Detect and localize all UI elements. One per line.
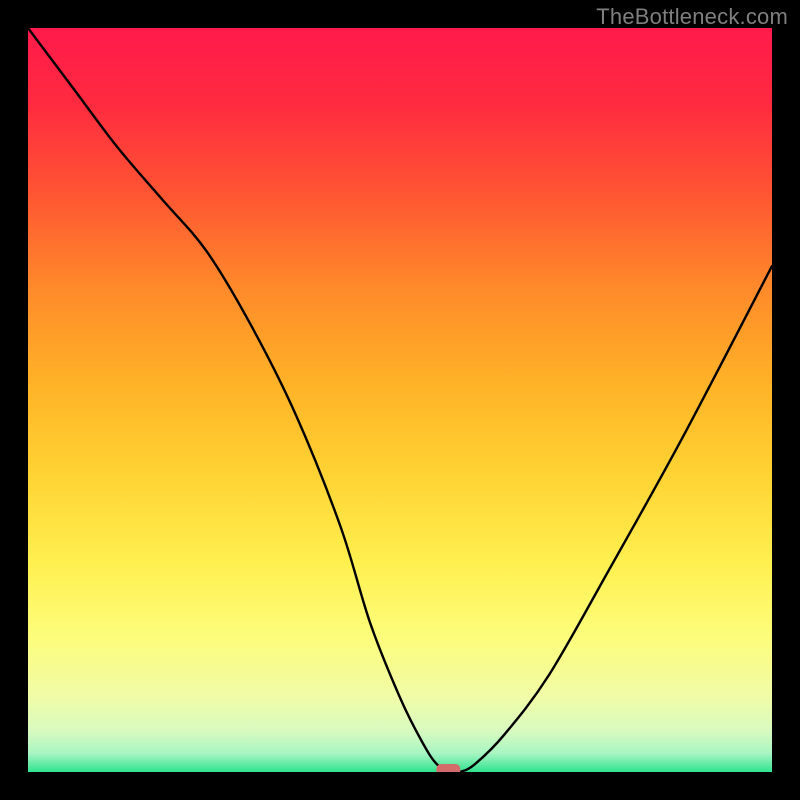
plot-area bbox=[28, 28, 772, 772]
watermark-text: TheBottleneck.com bbox=[596, 4, 788, 30]
chart-svg bbox=[28, 28, 772, 772]
chart-frame: TheBottleneck.com bbox=[0, 0, 800, 800]
gradient-background bbox=[28, 28, 772, 772]
optimum-marker bbox=[436, 764, 460, 772]
